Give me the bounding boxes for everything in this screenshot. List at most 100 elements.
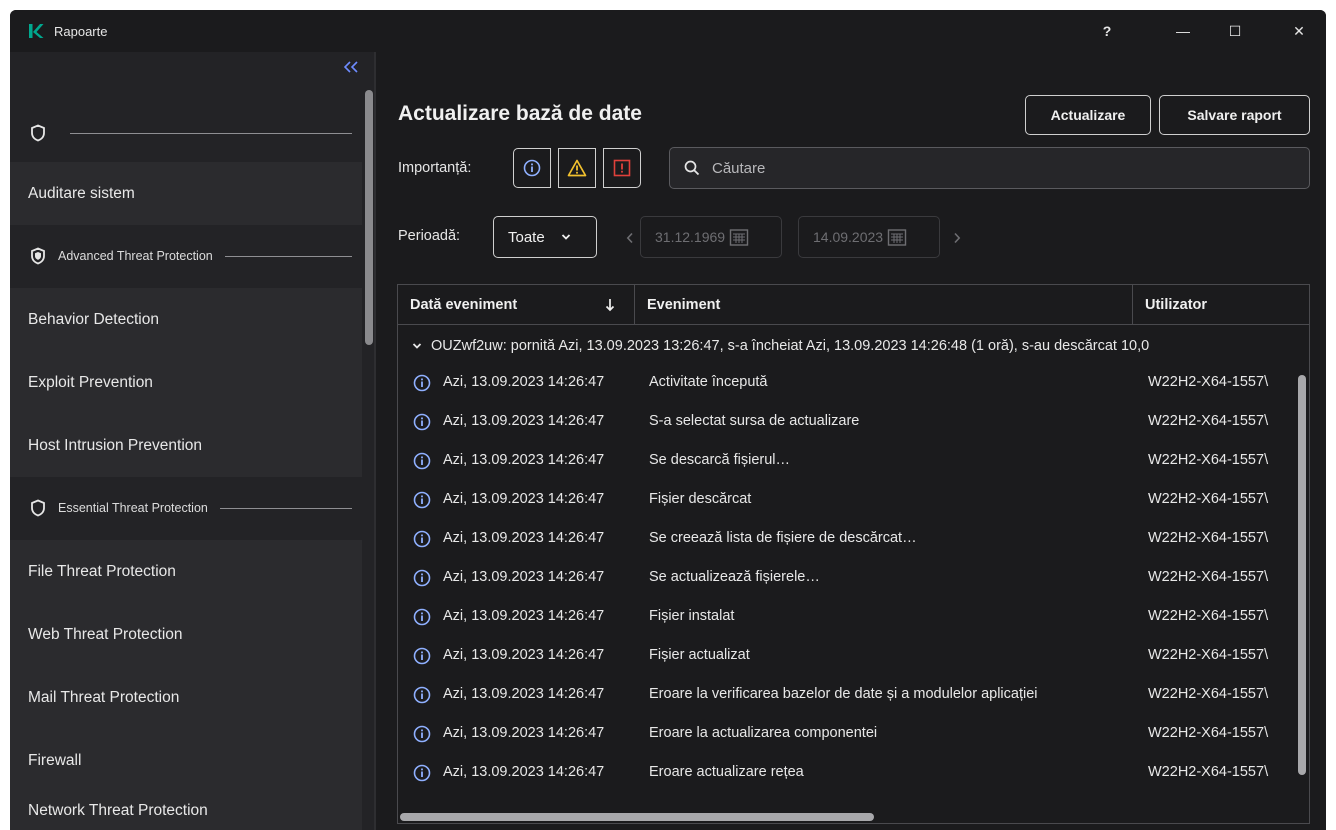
info-icon [413,491,431,509]
divider [219,507,352,509]
table-row[interactable]: Azi, 13.09.2023 14:26:47 Se descarcă fiși… [398,441,1298,480]
table-row[interactable]: Azi, 13.09.2023 14:26:47 Fișier instalat W… [398,597,1298,636]
table-row[interactable]: Azi, 13.09.2023 14:26:47 Fișier descărcat… [398,480,1298,519]
calendar-icon[interactable] [887,228,907,246]
cell-date: Azi, 13.09.2023 14:26:47 [443,647,605,663]
sidebar-scrollbar[interactable] [365,90,373,345]
sidebar-item-auditare-sistem[interactable]: Auditare sistem [10,162,362,225]
main-content: Actualizare bază de date Actualizare Sal… [376,52,1326,830]
sidebar-item-firewall[interactable]: Firewall [10,729,362,792]
cell-event: Se creează lista de fișiere de descărcat… [649,530,917,546]
table-row[interactable]: Azi, 13.09.2023 14:26:47 Eroare actualiza… [398,753,1298,792]
column-header-label: Dată eveniment [410,297,518,313]
cell-event: Eroare actualizare rețea [649,764,804,780]
sidebar-item-file-threat-protection[interactable]: File Threat Protection [10,540,362,603]
cell-event: S-a selectat sursa de actualizare [649,413,860,429]
chevron-down-icon[interactable] [412,342,422,350]
table-horizontal-scrollbar[interactable] [400,813,874,821]
collapse-sidebar-button[interactable] [343,60,358,78]
search-placeholder: Căutare [712,159,766,177]
period-select-value: Toate [508,228,545,246]
cell-user: W22H2-X64-1557\ [1148,608,1269,624]
cell-user: W22H2-X64-1557\ [1148,725,1269,741]
divider [224,255,352,257]
sidebar-item-mail-threat-protection[interactable]: Mail Threat Protection [10,666,362,729]
filter-info-button[interactable] [513,148,551,188]
info-icon [413,413,431,431]
close-button[interactable]: ✕ [1276,10,1322,52]
column-header-event[interactable]: Eveniment [635,285,1132,325]
table-row[interactable]: Azi, 13.09.2023 14:26:47 S-a selectat sur… [398,402,1298,441]
info-icon [413,530,431,548]
divider [70,132,352,134]
cell-user: W22H2-X64-1557\ [1148,764,1269,780]
sidebar-item-exploit-prevention[interactable]: Exploit Prevention [10,351,362,414]
cell-date: Azi, 13.09.2023 14:26:47 [443,725,605,741]
cell-event: Fișier actualizat [649,647,750,663]
sidebar-item-host-intrusion-prevention[interactable]: Host Intrusion Prevention [10,414,362,477]
column-header-date[interactable]: Dată eveniment [398,285,634,325]
sidebar-item-behavior-detection[interactable]: Behavior Detection [10,288,362,351]
info-icon [413,686,431,704]
date-from-value: 31.12.1969 [655,229,726,245]
events-table: Dată eveniment Eveniment Utilizator OUZw… [397,284,1310,824]
sidebar-group-top [10,118,362,148]
period-label: Perioadă: [398,228,461,244]
table-row[interactable]: Azi, 13.09.2023 14:26:47 Se creează lista… [398,519,1298,558]
info-icon [413,569,431,587]
table-row[interactable]: Azi, 13.09.2023 14:26:47 Eroare la actual… [398,714,1298,753]
title-bar: Rapoarte ? — ☐ ✕ [10,10,1326,52]
column-header-user[interactable]: Utilizator [1133,285,1309,325]
sidebar-item-network-threat-protection[interactable]: Network Threat Protection [10,792,362,830]
sidebar-group-essential-threat-protection: Essential Threat Protection [10,493,362,523]
info-icon [413,374,431,392]
group-row[interactable]: OUZwf2uw: pornită Azi, 13.09.2023 13:26:… [398,329,1309,363]
cell-user: W22H2-X64-1557\ [1148,374,1269,390]
cell-date: Azi, 13.09.2023 14:26:47 [443,530,605,546]
cell-event: Se descarcă fișierul… [649,452,791,468]
page-title: Actualizare bază de date [398,102,642,125]
sidebar-item-web-threat-protection[interactable]: Web Threat Protection [10,603,362,666]
chevron-left-icon[interactable] [626,232,634,244]
chevron-down-icon [561,234,570,240]
cell-date: Azi, 13.09.2023 14:26:47 [443,608,605,624]
info-icon [523,159,541,177]
shield-icon [31,499,45,517]
sidebar-group-advanced-threat-protection: Advanced Threat Protection [10,241,362,271]
cell-user: W22H2-X64-1557\ [1148,413,1269,429]
minimize-button[interactable]: — [1160,10,1206,52]
refresh-button[interactable]: Actualizare [1025,95,1151,135]
table-row[interactable]: Azi, 13.09.2023 14:26:47 Se actualizează … [398,558,1298,597]
cell-user: W22H2-X64-1557\ [1148,686,1269,702]
table-row[interactable]: Azi, 13.09.2023 14:26:47 Fișier actualiza… [398,636,1298,675]
info-icon [413,764,431,782]
table-row[interactable]: Azi, 13.09.2023 14:26:47 Activitate încep… [398,363,1298,402]
info-icon [413,452,431,470]
cell-date: Azi, 13.09.2023 14:26:47 [443,452,605,468]
info-icon [413,608,431,626]
calendar-icon[interactable] [729,228,749,246]
chevron-right-icon[interactable] [953,232,961,244]
double-chevron-left-icon [343,61,358,73]
cell-date: Azi, 13.09.2023 14:26:47 [443,569,605,585]
sidebar-group-label: Essential Threat Protection [58,501,208,515]
table-vertical-scrollbar[interactable] [1298,375,1306,775]
save-report-button[interactable]: Salvare raport [1159,95,1310,135]
date-to-value: 14.09.2023 [813,229,884,245]
filter-warning-button[interactable] [558,148,596,188]
table-row[interactable]: Azi, 13.09.2023 14:26:47 Eroare la verifi… [398,675,1298,714]
table-header: Dată eveniment Eveniment Utilizator [398,285,1309,325]
search-input[interactable]: Căutare [669,147,1310,189]
cell-user: W22H2-X64-1557\ [1148,530,1269,546]
filter-critical-button[interactable] [603,148,641,188]
cell-user: W22H2-X64-1557\ [1148,569,1269,585]
warning-icon [567,159,587,177]
period-select[interactable]: Toate [493,216,597,258]
date-to-field[interactable]: 14.09.2023 [798,216,940,258]
help-button[interactable]: ? [1084,10,1130,52]
maximize-button[interactable]: ☐ [1212,10,1258,52]
date-from-field[interactable]: 31.12.1969 [640,216,782,258]
importance-label: Importanță: [398,160,472,176]
cell-user: W22H2-X64-1557\ [1148,647,1269,663]
kaspersky-logo-icon [29,24,44,38]
